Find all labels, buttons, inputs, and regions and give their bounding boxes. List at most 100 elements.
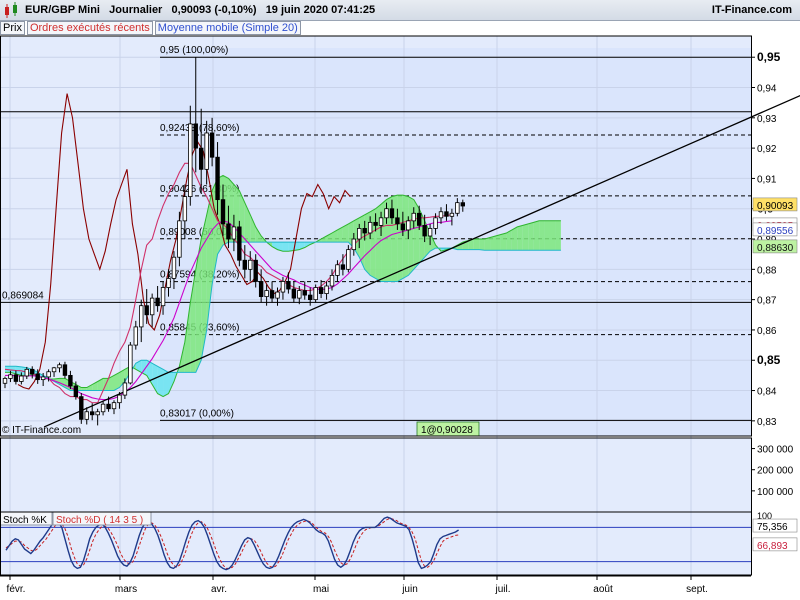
ichimoku-cloud-segment	[528, 222, 534, 251]
candle-body	[35, 373, 40, 381]
candle-body	[384, 208, 389, 219]
candle-body	[226, 223, 231, 240]
candle-body	[68, 374, 73, 387]
ichimoku-cloud-segment	[517, 225, 523, 251]
candle-body	[395, 217, 400, 225]
candle-body	[444, 211, 449, 217]
candle-body	[286, 281, 291, 290]
candle-body	[416, 212, 422, 226]
candle-body	[51, 367, 57, 373]
volume-tick-label: 100 000	[757, 487, 794, 498]
ichimoku-cloud-segment	[511, 226, 518, 251]
chart-window: EUR/GBP Mini Journalier 0,90093 (-0,10%)…	[0, 0, 800, 600]
candle-body	[155, 297, 160, 307]
candle-body	[73, 385, 79, 398]
candle-body	[335, 264, 340, 276]
ichimoku-cloud-segment	[533, 220, 540, 251]
candle-body	[149, 297, 155, 316]
candle-body	[291, 288, 297, 299]
x-tick-label: mai	[313, 584, 329, 595]
y-tick-label: 0,93	[757, 114, 777, 125]
candle-body	[177, 220, 182, 258]
price-label: 0,88630	[757, 243, 794, 254]
chart-canvas[interactable]: 0,950,940,930,920,910,90,890,880,870,860…	[0, 0, 800, 600]
x-tick-label: févr.	[7, 584, 26, 595]
candle-body	[84, 411, 89, 420]
y-tick-label: 0,84	[757, 387, 777, 398]
fibonacci-label: 0,95 (100,00%)	[160, 45, 228, 56]
candle-body	[411, 212, 416, 222]
ichimoku-cloud-segment	[413, 199, 420, 270]
candle-body	[128, 344, 133, 384]
ichimoku-cloud-segment	[288, 242, 294, 252]
candle-body	[62, 364, 68, 376]
candle-body	[248, 259, 253, 270]
x-tick-label: mars	[115, 584, 137, 595]
ichimoku-cloud-segment	[282, 242, 289, 252]
candle-body	[106, 403, 111, 410]
y-tick-label: 0,91	[757, 174, 777, 185]
candle-body	[357, 228, 362, 240]
ichimoku-cloud-segment	[495, 234, 501, 251]
candle-body	[378, 217, 384, 226]
candle-body	[307, 294, 313, 301]
candle-body	[318, 287, 324, 294]
ichimoku-cloud-segment	[397, 195, 403, 282]
x-tick-label: août	[593, 584, 613, 595]
candle-body	[30, 368, 35, 375]
candle	[237, 220, 242, 267]
candle-body	[215, 156, 220, 201]
ichimoku-cloud-segment	[473, 239, 480, 250]
x-tick-label: avr.	[211, 584, 227, 595]
x-tick-label: sept.	[686, 584, 708, 595]
fibonacci-label: 0,83017 (0,00%)	[160, 408, 234, 419]
candle-body	[324, 285, 329, 294]
stoch-d-legend: Stoch %D ( 14 3 5 )	[56, 515, 143, 526]
ichimoku-cloud-segment	[490, 236, 496, 251]
candle-body	[40, 376, 46, 381]
candle-body	[373, 221, 378, 226]
candle	[128, 342, 133, 385]
candle	[79, 392, 84, 424]
ichimoku-cloud-segment	[539, 220, 545, 251]
stoch-legend: Stoch %K Stoch %D ( 14 3 5 )	[0, 511, 152, 526]
ichimoku-cloud-segment	[157, 366, 164, 397]
candle-body	[90, 411, 95, 416]
candle-body	[460, 202, 465, 207]
y-tick-label: 0,92	[757, 144, 777, 155]
ichimoku-cloud-segment	[484, 237, 491, 251]
candle-body	[389, 208, 395, 219]
y-tick-label: 0,95	[757, 50, 781, 64]
candle-body	[367, 221, 373, 234]
candle	[313, 284, 318, 303]
cursor-label: 1@0,90028	[421, 425, 473, 436]
x-tick-label: juin	[401, 584, 418, 595]
candle-body	[438, 211, 444, 219]
y-tick-label: 0,88	[757, 265, 777, 276]
watermark: © IT-Finance.com	[2, 425, 81, 436]
candle-body	[400, 223, 406, 231]
horizontal-line-label: 0,869084	[2, 290, 44, 301]
candle-body	[2, 378, 8, 384]
y-tick-label: 0,86	[757, 326, 777, 337]
candle-body	[220, 199, 226, 225]
price-label: 0,89556	[757, 226, 794, 237]
candle-body	[188, 123, 193, 198]
ichimoku-cloud-segment	[522, 223, 529, 251]
ichimoku-cloud-segment	[364, 211, 371, 276]
candle-body	[133, 326, 138, 346]
fibonacci-label: 0,92433 (78,60%)	[160, 123, 240, 134]
candle-body	[340, 264, 346, 270]
candle-body	[313, 287, 318, 301]
price-label: 0,90093	[757, 201, 794, 212]
y-tick-label: 0,94	[757, 84, 777, 95]
candle-body	[204, 132, 209, 170]
candle-body	[237, 226, 242, 261]
stoch-k-legend: Stoch %K	[3, 515, 47, 526]
candle-body	[427, 228, 433, 237]
candle-body	[297, 290, 302, 299]
candle-body	[79, 396, 84, 420]
candle-body	[362, 228, 367, 234]
volume-pane-background	[0, 438, 751, 512]
ichimoku-cloud-segment	[555, 220, 561, 251]
